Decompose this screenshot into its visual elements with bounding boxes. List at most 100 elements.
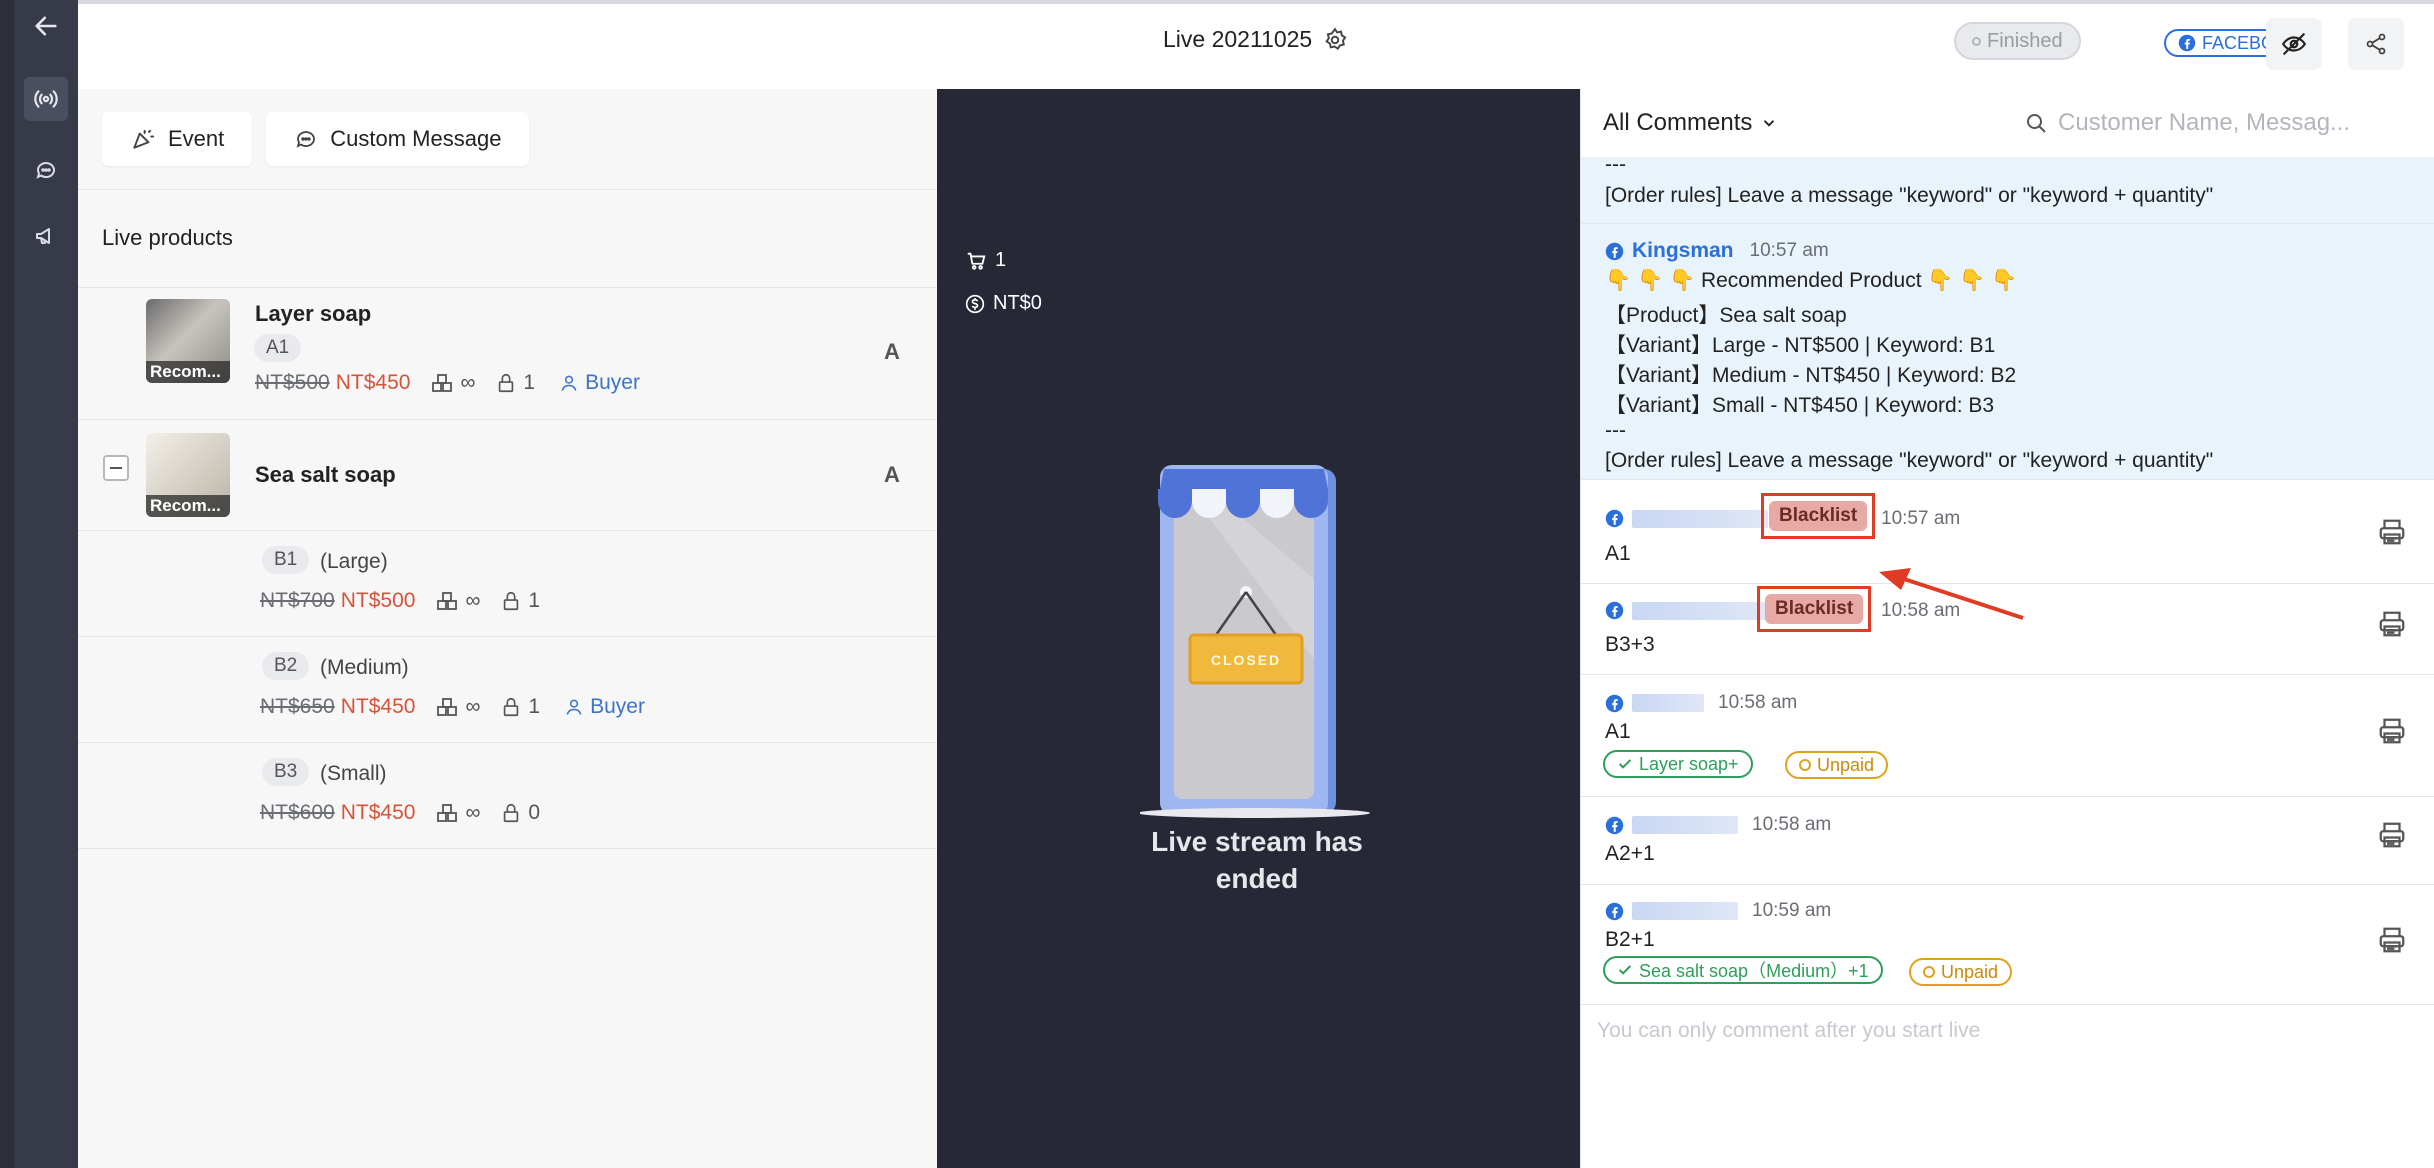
- original-price: NT$700: [260, 589, 335, 612]
- pending-circle-icon: [1799, 759, 1811, 771]
- lock-icon: [504, 803, 519, 823]
- left-rail: [0, 0, 78, 1168]
- locked-count: 1: [528, 589, 541, 612]
- megaphone-icon[interactable]: [24, 214, 68, 258]
- comment-text: B3+3: [1605, 633, 1655, 656]
- blacklist-badge: Blacklist: [1765, 594, 1864, 624]
- top-bar: Live 20211025 Finished FACEBOOK: [78, 0, 2434, 89]
- event-tab[interactable]: Event: [102, 112, 253, 166]
- comment-author: Kingsman 10:57 am: [1605, 239, 1829, 263]
- original-price: NT$600: [260, 801, 335, 824]
- comments-panel: All Comments Customer Name, Messag... --…: [1580, 89, 2434, 1168]
- hide-button[interactable]: [2266, 18, 2322, 70]
- revenue-stat: NT$0: [965, 292, 1042, 315]
- stock-count: ∞: [465, 695, 481, 718]
- printer-icon[interactable]: [2377, 609, 2407, 639]
- comment-line: 【Variant】Medium - NT$450 | Keyword: B2: [1605, 364, 2017, 387]
- blacklist-badge: Blacklist: [1769, 501, 1868, 531]
- variant-label: (Small): [320, 762, 387, 785]
- printer-icon[interactable]: [2377, 925, 2407, 955]
- redacted-username: [1632, 601, 1768, 620]
- divider: [1581, 884, 2434, 885]
- printer-icon[interactable]: [2377, 517, 2407, 547]
- comment-text: A2+1: [1605, 842, 1655, 865]
- printer-icon[interactable]: [2377, 820, 2407, 850]
- lock-icon: [504, 591, 519, 611]
- back-arrow-icon[interactable]: [24, 4, 68, 48]
- search-icon: [2027, 114, 2046, 133]
- divider: [78, 742, 937, 743]
- sale-price: NT$450: [335, 371, 411, 394]
- search-input[interactable]: Customer Name, Messag...: [2058, 109, 2350, 137]
- comment-time: 10:58 am: [1752, 814, 1832, 835]
- price-line: NT$500 NT$450 ∞ 1 Buyer: [255, 371, 640, 395]
- comment-line: ---: [1605, 153, 1626, 176]
- annotation-arrow-icon: [1879, 568, 2024, 620]
- products-panel: Event Custom Message Live products Recom…: [78, 89, 937, 1168]
- settings-gear-icon[interactable]: [1322, 26, 1348, 53]
- comment-text: B2+1: [1605, 928, 1655, 951]
- order-product-tag[interactable]: Sea salt soap（Medium）+1: [1603, 956, 1883, 984]
- order-product-tag[interactable]: Layer soap+: [1603, 750, 1753, 778]
- comment-line: 【Variant】Small - NT$450 | Keyword: B3: [1605, 394, 1995, 417]
- facebook-icon: [1605, 509, 1624, 528]
- blacklist-highlight: Blacklist: [1761, 493, 1876, 539]
- share-button[interactable]: [2348, 18, 2404, 70]
- comment-author: 10:59 am: [1605, 900, 1831, 922]
- original-price: NT$500: [255, 371, 330, 394]
- price-line: NT$700 NT$500 ∞ 1: [260, 589, 540, 613]
- party-popper-icon: [133, 129, 155, 149]
- live-broadcast-icon[interactable]: [24, 77, 68, 121]
- original-price: NT$650: [260, 695, 335, 718]
- stock-boxes-icon: [437, 698, 458, 716]
- buyer-link[interactable]: Buyer: [559, 371, 640, 395]
- redacted-username: [1632, 816, 1738, 834]
- facebook-icon: [1605, 242, 1624, 260]
- divider: [78, 848, 937, 849]
- comment-text: A1: [1605, 720, 1631, 743]
- buyer-link[interactable]: Buyer: [564, 695, 645, 719]
- price-line: NT$650 NT$450 ∞ 1 Buyer: [260, 695, 645, 719]
- product-thumbnail: Recom...: [146, 299, 230, 383]
- comment-time: 10:58 am: [1718, 692, 1798, 713]
- lock-icon: [504, 697, 519, 717]
- product-name: Sea salt soap: [255, 462, 396, 487]
- custom-message-tab[interactable]: Custom Message: [266, 112, 530, 166]
- stock-count: ∞: [465, 589, 481, 612]
- product-group-label: A: [884, 462, 900, 487]
- stock-boxes-icon: [432, 374, 453, 392]
- comment-time: 10:59 am: [1752, 900, 1832, 921]
- collapse-toggle[interactable]: [103, 455, 129, 481]
- divider: [78, 530, 937, 531]
- keyword-tag: B2: [262, 652, 310, 680]
- divider: [1581, 796, 2434, 797]
- locked-count: 1: [523, 371, 536, 394]
- product-thumbnail: Recom...: [146, 433, 230, 517]
- comment-time: 10:57 am: [1749, 240, 1829, 261]
- status-dot-icon: [1972, 36, 1981, 46]
- redacted-username: [1632, 509, 1768, 528]
- sale-price: NT$500: [340, 589, 416, 612]
- product-group-label: A: [884, 339, 900, 364]
- facebook-icon: [2178, 34, 2196, 52]
- stock-boxes-icon: [437, 804, 458, 822]
- author-name[interactable]: Kingsman: [1632, 239, 1734, 263]
- divider: [78, 189, 937, 190]
- stream-ended-message: Live stream has ended: [1151, 826, 1363, 894]
- chat-icon[interactable]: [24, 148, 68, 192]
- comment-line: 👇 👇 👇 Recommended Product 👇 👇 👇: [1605, 269, 2018, 292]
- comment-line: 【Variant】Large - NT$500 | Keyword: B1: [1605, 334, 1996, 357]
- lock-icon: [499, 373, 514, 393]
- variant-label: (Large): [320, 550, 388, 573]
- price-line: NT$600 NT$450 ∞ 0: [260, 801, 540, 825]
- section-title: Live products: [102, 225, 233, 250]
- comment-line: [Order rules] Leave a message "keyword" …: [1605, 449, 2214, 472]
- stock-boxes-icon: [437, 592, 458, 610]
- printer-icon[interactable]: [2377, 716, 2407, 746]
- comment-search[interactable]: Customer Name, Messag...: [2024, 109, 2350, 137]
- sale-price: NT$450: [340, 695, 416, 718]
- keyword-tag: B3: [262, 758, 310, 786]
- user-icon: [566, 699, 582, 715]
- comment-filter-dropdown[interactable]: All Comments: [1603, 109, 1778, 137]
- facebook-icon: [1605, 816, 1624, 834]
